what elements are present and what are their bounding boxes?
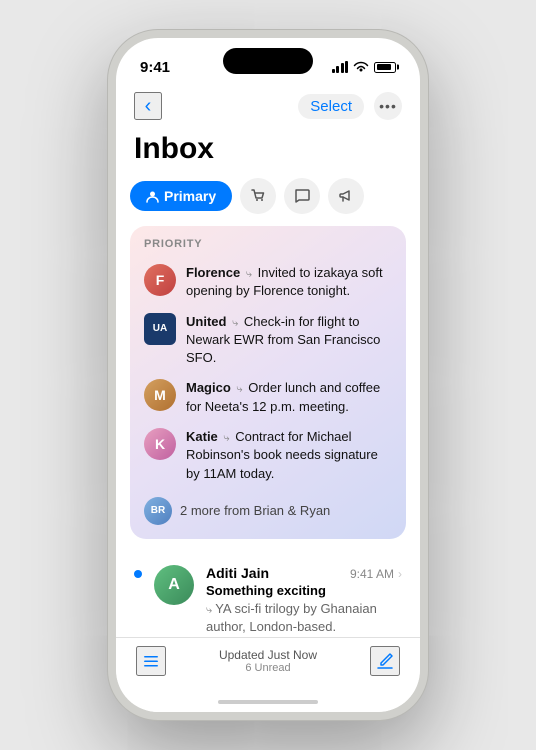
priority-more[interactable]: BR 2 more from Brian & Ryan [130,489,406,533]
reply-icon: ⤷ [232,317,238,329]
compose-list-button[interactable] [136,646,166,676]
priority-item-florence[interactable]: F Florence ⤷ Invited to izakaya soft ope… [130,258,406,307]
phone-frame: 9:41 [108,30,428,720]
phone-screen: 9:41 [116,38,420,712]
megaphone-icon [338,188,354,204]
status-icons [332,61,397,73]
email-content-aditi: Aditi Jain 9:41 AM › Something exciting … [206,565,402,635]
tab-promotions[interactable] [328,178,364,214]
priority-text-florence: Florence ⤷ Invited to izakaya soft openi… [186,264,392,301]
priority-text-katie: Katie ⤷ Contract for Michael Robinson's … [186,428,392,483]
priority-item-magico[interactable]: M Magico ⤷ Order lunch and coffee for Ne… [130,373,406,422]
reply-icon: ⤷ [206,604,215,616]
tab-primary[interactable]: Primary [130,181,232,211]
cart-icon [250,188,266,204]
select-button[interactable]: Select [298,94,364,119]
signal-icon [332,61,349,73]
bottom-unread-text: 6 Unread [166,662,370,674]
avatar-katie: K [144,428,176,460]
priority-text-magico: Magico ⤷ Order lunch and coffee for Neet… [186,379,392,416]
email-item-aditi[interactable]: A Aditi Jain 9:41 AM › Something excitin… [116,553,420,637]
compose-button[interactable] [370,646,400,676]
email-time: 9:41 AM [350,567,394,581]
wifi-icon [353,61,369,73]
list-icon [141,651,161,671]
avatar-group: BR [144,497,172,525]
chat-icon [294,188,310,204]
priority-item-katie[interactable]: K Katie ⤷ Contract for Michael Robinson'… [130,422,406,489]
back-button[interactable]: ‹ [134,92,162,120]
priority-card: PRIORITY F Florence ⤷ Invited to izakaya… [130,226,406,539]
nav-bar: ‹ Select ••• [116,88,420,128]
home-bar [218,700,318,704]
priority-item-united[interactable]: UA United ⤷ Check-in for flight to Newar… [130,307,406,374]
priority-label: PRIORITY [130,238,406,258]
person-icon [146,190,159,203]
bottom-updated-text: Updated Just Now [166,648,370,662]
email-header: Aditi Jain 9:41 AM › [206,565,402,581]
sender-name: Magico [186,380,231,395]
reply-icon: ⤷ [236,383,242,395]
bottom-bar: Updated Just Now 6 Unread [116,637,420,692]
email-preview: ⤷ YA sci-fi trilogy by Ghanaian author, … [206,600,402,635]
avatar-florence: F [144,264,176,296]
dynamic-island [223,48,313,74]
unread-dot [134,570,142,578]
avatar-magico: M [144,379,176,411]
tab-row: Primary [116,178,420,226]
nav-actions: Select ••• [298,92,402,120]
sender-name: United [186,314,226,329]
more-button[interactable]: ••• [374,92,402,120]
email-sender: Aditi Jain [206,565,269,581]
email-subject: Something exciting [206,583,402,598]
priority-text-united: United ⤷ Check-in for flight to Newark E… [186,313,392,368]
bottom-status: Updated Just Now 6 Unread [166,648,370,674]
email-time-row: 9:41 AM › [350,567,402,581]
content-area: Inbox Primary [116,128,420,637]
priority-more-text: 2 more from Brian & Ryan [180,503,330,518]
inbox-title: Inbox [116,128,420,178]
sender-name: Katie [186,429,218,444]
tab-primary-label: Primary [164,188,216,204]
compose-icon [375,651,395,671]
avatar-aditi-email: A [154,565,194,605]
chevron-left-icon: ‹ [145,96,152,116]
avatar-united: UA [144,313,176,345]
battery-icon [374,62,396,73]
chevron-right-icon: › [398,567,402,581]
tab-messages[interactable] [284,178,320,214]
home-indicator [116,692,420,712]
reply-icon: ⤷ [246,268,252,280]
status-time: 9:41 [140,59,170,76]
sender-name: Florence [186,265,240,280]
reply-icon: ⤷ [223,432,229,444]
tab-shopping[interactable] [240,178,276,214]
